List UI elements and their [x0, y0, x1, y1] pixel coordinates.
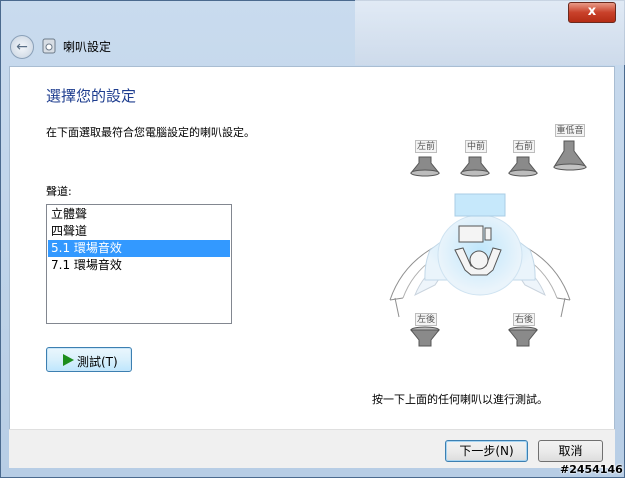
subwoofer-speaker-icon[interactable]	[552, 139, 588, 171]
list-item-stereo[interactable]: 立體聲	[48, 206, 230, 223]
close-button[interactable]: x	[568, 2, 616, 23]
back-arrow-icon[interactable]: ←	[10, 35, 34, 59]
play-icon	[63, 354, 74, 366]
rear-right-speaker-icon[interactable]	[503, 326, 543, 348]
list-item-5-1[interactable]: 5.1 環場音效	[48, 240, 230, 257]
list-item-quad[interactable]: 四聲道	[48, 223, 230, 240]
channels-label: 聲道:	[46, 185, 72, 198]
window-title: 喇叭設定	[63, 40, 112, 54]
rear-right-label: 右後	[513, 313, 535, 326]
subwoofer-label: 重低音	[555, 124, 585, 137]
page-heading: 選擇您的設定	[46, 87, 137, 105]
test-button-label: 測試(T)	[77, 355, 118, 369]
front-left-label: 左前	[415, 140, 437, 153]
speaker-settings-icon	[42, 38, 56, 54]
channel-listbox[interactable]: 立體聲 四聲道 5.1 環場音效 7.1 環場音效	[46, 204, 232, 324]
watermark: #2454146	[560, 463, 623, 476]
center-label: 中前	[465, 140, 487, 153]
front-right-label: 右前	[513, 140, 535, 153]
cancel-button[interactable]: 取消	[538, 440, 603, 462]
hint-text: 按一下上面的任何喇叭以進行測試。	[372, 393, 548, 406]
rear-left-label: 左後	[415, 313, 437, 326]
front-left-speaker-icon[interactable]	[405, 155, 445, 177]
instruction-text: 在下面選取最符合您電腦設定的喇叭設定。	[46, 126, 255, 139]
front-right-speaker-icon[interactable]	[503, 155, 543, 177]
rear-left-speaker-icon[interactable]	[405, 326, 445, 348]
list-item-7-1[interactable]: 7.1 環場音效	[48, 257, 230, 274]
center-speaker-icon[interactable]	[455, 155, 495, 177]
next-button[interactable]: 下一步(N)	[445, 440, 528, 462]
test-button[interactable]: 測試(T)	[46, 347, 132, 372]
